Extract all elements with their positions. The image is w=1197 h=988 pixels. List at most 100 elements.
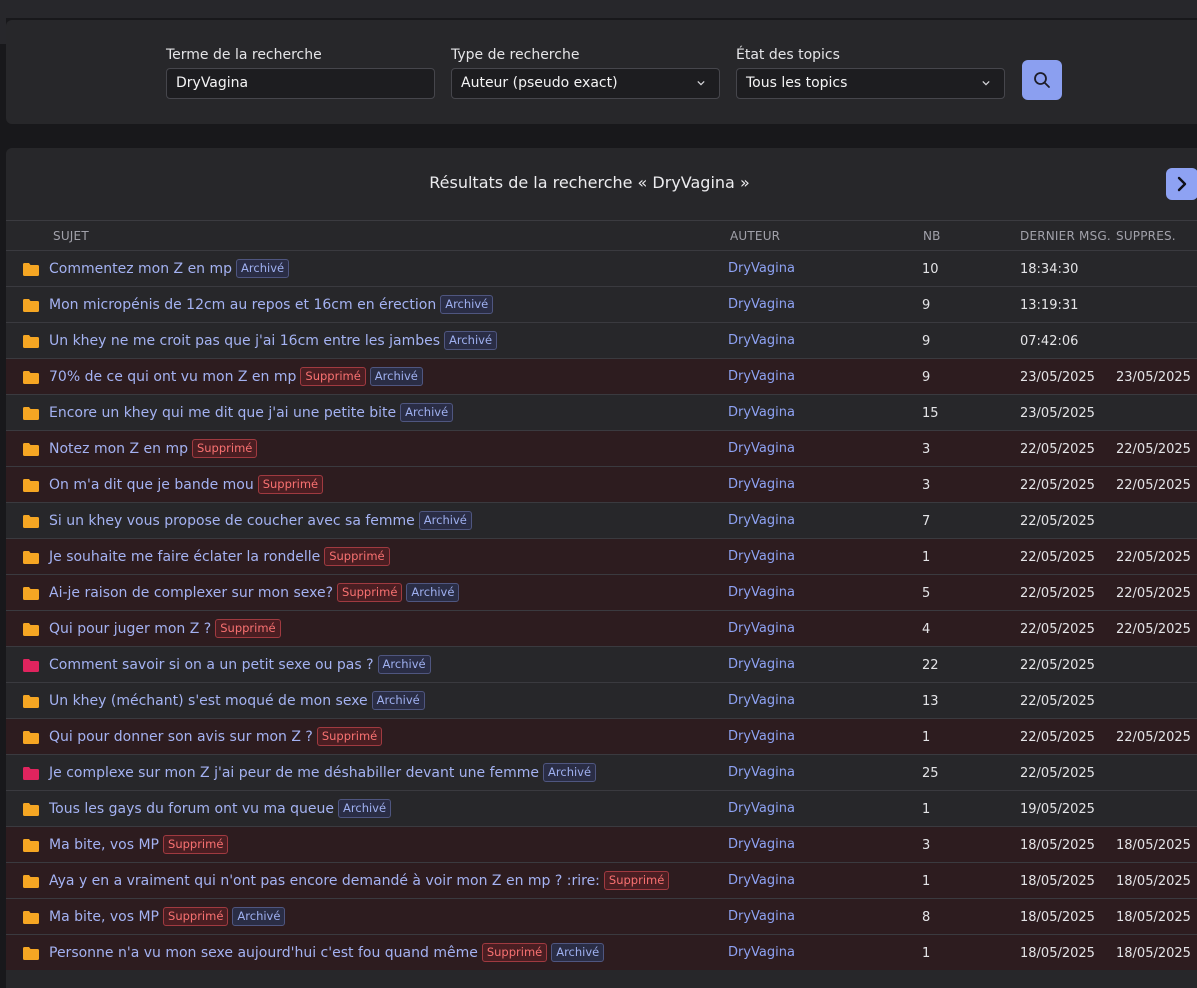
- topic-link[interactable]: Aya y en a vraiment qui n'ont pas encore…: [49, 873, 600, 889]
- next-page-button[interactable]: [1166, 168, 1197, 200]
- author-link[interactable]: DryVagina: [728, 873, 795, 888]
- topic-link[interactable]: Tous les gays du forum ont vu ma queue: [49, 801, 334, 817]
- topic-link[interactable]: On m'a dit que je bande mou: [49, 477, 254, 493]
- table-row[interactable]: Ma bite, vos MP Supprimé Archivé DryVagina 8…: [6, 898, 1197, 934]
- table-row[interactable]: Je complexe sur mon Z j'ai peur de me dé…: [6, 754, 1197, 790]
- topic-link[interactable]: 70% de ce qui ont vu mon Z en mp: [49, 369, 296, 385]
- table-row[interactable]: 70% de ce qui ont vu mon Z en mp Supprimé…: [6, 358, 1197, 394]
- deleted-date: 22/05/2025: [1116, 622, 1191, 637]
- topic-link[interactable]: Un khey (méchant) s'est moqué de mon sex…: [49, 693, 368, 709]
- folder-icon: [23, 407, 39, 420]
- chevron-down-icon: [697, 80, 705, 86]
- author-link[interactable]: DryVagina: [728, 261, 795, 276]
- search-button[interactable]: [1022, 60, 1062, 100]
- table-row[interactable]: Mon micropénis de 12cm au repos et 16cm …: [6, 286, 1197, 322]
- message-count: 9: [922, 370, 931, 385]
- table-row[interactable]: Je souhaite me faire éclater la rondelle…: [6, 538, 1197, 574]
- author-link[interactable]: DryVagina: [728, 405, 795, 420]
- author-link[interactable]: DryVagina: [728, 297, 795, 312]
- topic-link[interactable]: Qui pour donner son avis sur mon Z ?: [49, 729, 313, 745]
- author-link[interactable]: DryVagina: [728, 369, 795, 384]
- deleted-date: 23/05/2025: [1116, 370, 1191, 385]
- author-link[interactable]: DryVagina: [728, 513, 795, 528]
- author-link[interactable]: DryVagina: [728, 585, 795, 600]
- table-row[interactable]: On m'a dit que je bande mou Supprimé DryVa…: [6, 466, 1197, 502]
- search-type-field: Type de recherche Auteur (pseudo exact): [451, 46, 720, 99]
- topic-link[interactable]: Mon micropénis de 12cm au repos et 16cm …: [49, 297, 436, 313]
- folder-icon: [23, 839, 39, 852]
- table-row[interactable]: Ma bite, vos MP Supprimé DryVagina 3 18/05/2…: [6, 826, 1197, 862]
- author-link[interactable]: DryVagina: [728, 477, 795, 492]
- author-link[interactable]: DryVagina: [728, 765, 795, 780]
- folder-icon: [23, 731, 39, 744]
- topic-link[interactable]: Commentez mon Z en mp: [49, 261, 232, 277]
- topic-link[interactable]: Si un khey vous propose de coucher avec …: [49, 513, 415, 529]
- table-row[interactable]: Ai-je raison de complexer sur mon sexe? S…: [6, 574, 1197, 610]
- author-link[interactable]: DryVagina: [728, 549, 795, 564]
- table-row[interactable]: Si un khey vous propose de coucher avec …: [6, 502, 1197, 538]
- author-link[interactable]: DryVagina: [728, 621, 795, 636]
- deleted-date: 18/05/2025: [1116, 910, 1191, 925]
- topic-link[interactable]: Je souhaite me faire éclater la rondelle: [49, 549, 320, 565]
- topic-subject: Je complexe sur mon Z j'ai peur de me dé…: [49, 763, 597, 782]
- author-link[interactable]: DryVagina: [728, 693, 795, 708]
- author-link[interactable]: DryVagina: [728, 801, 795, 816]
- table-row[interactable]: Personne n'a vu mon sexe aujourd'hui c'e…: [6, 934, 1197, 970]
- table-row[interactable]: Tous les gays du forum ont vu ma queue Ar…: [6, 790, 1197, 826]
- topic-subject: Un khey ne me croit pas que j'ai 16cm en…: [49, 331, 498, 350]
- message-count: 7: [922, 514, 931, 529]
- topic-subject: Comment savoir si on a un petit sexe ou …: [49, 655, 431, 674]
- last-message-date: 22/05/2025: [1020, 694, 1095, 709]
- deleted-date: 22/05/2025: [1116, 730, 1191, 745]
- topic-link[interactable]: Personne n'a vu mon sexe aujourd'hui c'e…: [49, 945, 478, 961]
- topic-link[interactable]: Comment savoir si on a un petit sexe ou …: [49, 657, 374, 673]
- table-row[interactable]: Un khey (méchant) s'est moqué de mon sex…: [6, 682, 1197, 718]
- last-message-date: 23/05/2025: [1020, 370, 1095, 385]
- author-link[interactable]: DryVagina: [728, 837, 795, 852]
- message-count: 3: [922, 442, 931, 457]
- deleted-badge: Supprimé: [163, 907, 229, 926]
- author-link[interactable]: DryVagina: [728, 333, 795, 348]
- topic-subject: Un khey (méchant) s'est moqué de mon sex…: [49, 691, 425, 710]
- author-link[interactable]: DryVagina: [728, 945, 795, 960]
- table-row[interactable]: Qui pour juger mon Z ? Supprimé DryVagina 4…: [6, 610, 1197, 646]
- last-message-date: 18/05/2025: [1020, 874, 1095, 889]
- author-link[interactable]: DryVagina: [728, 909, 795, 924]
- search-term-label: Terme de la recherche: [166, 47, 322, 63]
- topic-link[interactable]: Je complexe sur mon Z j'ai peur de me dé…: [49, 765, 539, 781]
- message-count: 3: [922, 478, 931, 493]
- column-subject: SUJET: [53, 229, 89, 243]
- deleted-badge: Supprimé: [191, 439, 258, 458]
- table-row[interactable]: Comment savoir si on a un petit sexe ou …: [6, 646, 1197, 682]
- archived-badge: Archivé: [444, 331, 498, 350]
- topic-subject: Qui pour donner son avis sur mon Z ? Supp…: [49, 727, 383, 746]
- table-row[interactable]: Qui pour donner son avis sur mon Z ? Supp…: [6, 718, 1197, 754]
- table-row[interactable]: Notez mon Z en mp Supprimé DryVagina 3 22/05…: [6, 430, 1197, 466]
- search-term-field: Terme de la recherche DryVagina: [166, 46, 435, 99]
- table-row[interactable]: Un khey ne me croit pas que j'ai 16cm en…: [6, 322, 1197, 358]
- topic-state-field: État des topics Tous les topics: [736, 46, 1005, 99]
- column-last-message: DERNIER MSG.: [1020, 229, 1111, 243]
- topic-link[interactable]: Notez mon Z en mp: [49, 441, 188, 457]
- author-link[interactable]: DryVagina: [728, 657, 795, 672]
- topic-link[interactable]: Ai-je raison de complexer sur mon sexe?: [49, 585, 333, 601]
- table-row[interactable]: Aya y en a vraiment qui n'ont pas encore…: [6, 862, 1197, 898]
- folder-icon: [23, 947, 39, 960]
- topic-link[interactable]: Ma bite, vos MP: [49, 837, 159, 853]
- folder-icon: [23, 623, 39, 636]
- search-term-input[interactable]: DryVagina: [166, 68, 435, 99]
- topic-link[interactable]: Qui pour juger mon Z ?: [49, 621, 211, 637]
- author-link[interactable]: DryVagina: [728, 441, 795, 456]
- topic-link[interactable]: Un khey ne me croit pas que j'ai 16cm en…: [49, 333, 440, 349]
- message-count: 22: [922, 658, 939, 673]
- author-link[interactable]: DryVagina: [728, 729, 795, 744]
- topic-state-select[interactable]: Tous les topics: [736, 68, 1005, 99]
- topic-subject: Qui pour juger mon Z ? Supprimé: [49, 619, 281, 638]
- table-row[interactable]: Encore un khey qui me dit que j'ai une p…: [6, 394, 1197, 430]
- search-type-select[interactable]: Auteur (pseudo exact): [451, 68, 720, 99]
- topic-link[interactable]: Encore un khey qui me dit que j'ai une p…: [49, 405, 396, 421]
- last-message-date: 22/05/2025: [1020, 478, 1095, 493]
- table-row[interactable]: Commentez mon Z en mp Archivé DryVagina 10 1…: [6, 250, 1197, 286]
- topic-link[interactable]: Ma bite, vos MP: [49, 909, 159, 925]
- topic-subject: Si un khey vous propose de coucher avec …: [49, 511, 472, 530]
